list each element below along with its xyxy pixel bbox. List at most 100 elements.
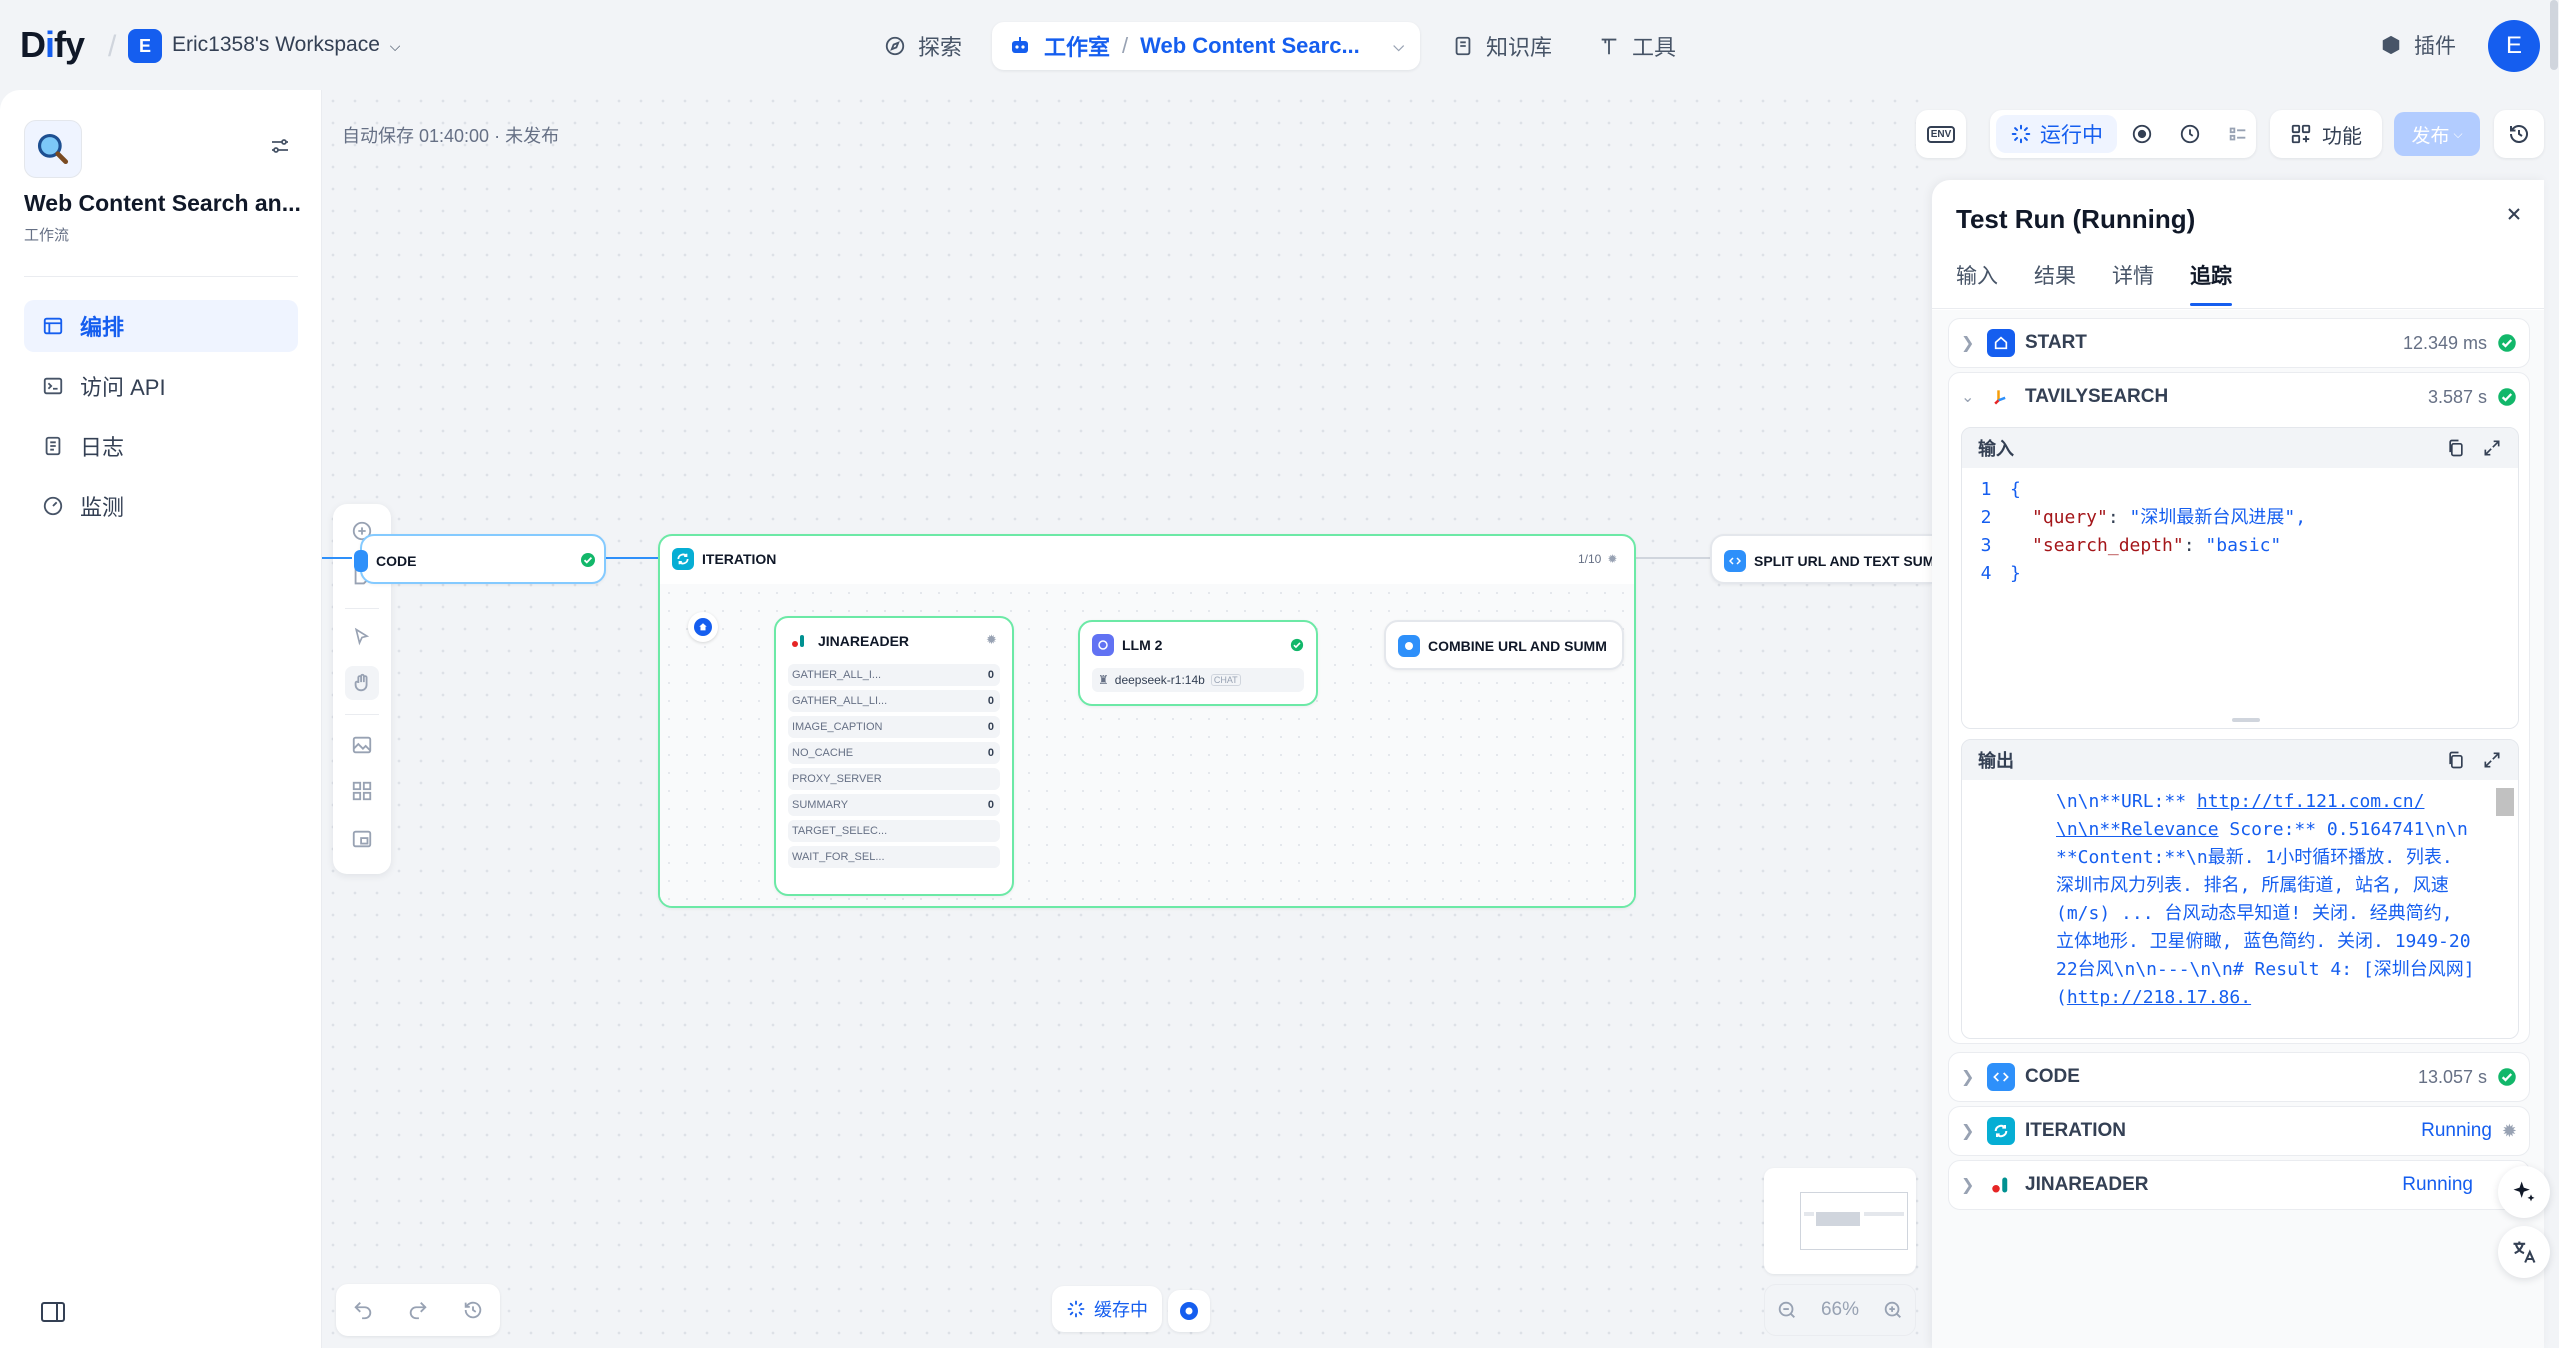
- version-history-button[interactable]: [2494, 110, 2544, 158]
- workspace-switcher[interactable]: Eric1358's Workspace ⌵: [172, 33, 400, 57]
- zoom-out-icon[interactable]: [1776, 1299, 1798, 1321]
- env-button[interactable]: ENV: [1916, 110, 1966, 158]
- chevron-right-icon[interactable]: ❯: [1961, 1121, 1977, 1141]
- nav-studio[interactable]: 工作室 / Web Content Searc... ⌵: [992, 22, 1420, 70]
- tab-detail[interactable]: 详情: [2112, 260, 2154, 290]
- close-icon[interactable]: [2504, 204, 2524, 224]
- nav-explore[interactable]: 探索: [884, 30, 962, 62]
- autosave-status: 自动保存 01:40:00 · 未发布: [342, 126, 560, 146]
- undo-icon[interactable]: [352, 1299, 374, 1321]
- hammer-icon: [1601, 38, 1617, 55]
- model-selector[interactable]: ♜ deepseek-r1:14b CHAT: [1092, 668, 1304, 692]
- workspace-badge[interactable]: E: [128, 29, 162, 63]
- node-code[interactable]: CODE: [354, 534, 606, 584]
- env-icon: ENV: [1926, 125, 1956, 143]
- trace-list: ❯ START 12.349 ms ⌄ TAVILYSEARCH 3.587 s: [1932, 310, 2544, 1348]
- nav-knowledge[interactable]: 知识库: [1452, 30, 1552, 62]
- history-icon[interactable]: [462, 1299, 484, 1321]
- nav-tools[interactable]: 工具: [1598, 30, 1676, 62]
- robot-icon: [1012, 37, 1028, 53]
- node-iteration[interactable]: ITERATION 1/10 ✹ JINAREADER ✹ GATHER_ALL…: [658, 534, 1636, 908]
- input-code-block: 输入 1{ 2 "query": "深圳最新台风进展", 3 "search_dep…: [1961, 427, 2519, 729]
- chevron-right-icon[interactable]: ❯: [1961, 1175, 1977, 1195]
- organize-icon[interactable]: [345, 774, 379, 808]
- zoom-in-icon[interactable]: [1882, 1299, 1904, 1321]
- minimap[interactable]: [1764, 1168, 1916, 1274]
- input-json[interactable]: 1{ 2 "query": "深圳最新台风进展", 3 "search_depth"…: [1962, 468, 2518, 728]
- loop-icon: [672, 548, 694, 570]
- minimap-node: [1804, 1212, 1814, 1216]
- copy-icon[interactable]: [2446, 438, 2466, 458]
- trace-item-code[interactable]: ❯ CODE 13.057 s: [1948, 1052, 2530, 1102]
- features-button[interactable]: 功能: [2270, 110, 2382, 158]
- tab-result[interactable]: 结果: [2034, 260, 2076, 290]
- checklist-icon[interactable]: [2227, 123, 2249, 145]
- jina-logo-icon: [1987, 1171, 2015, 1199]
- list-item: GATHER_ALL_LI... 0: [788, 690, 1000, 712]
- node-split[interactable]: SPLIT URL AND TEXT SUM: [1710, 534, 1932, 584]
- chevron-down-icon[interactable]: ⌵: [1393, 38, 1404, 55]
- divider: [24, 276, 298, 277]
- sidebar-item-monitor[interactable]: 监测: [24, 480, 298, 532]
- list-item: WAIT_FOR_SEL...: [788, 846, 1000, 868]
- sidebar-item-orchestrate[interactable]: 编排: [24, 300, 298, 352]
- tab-trace[interactable]: 追踪: [2190, 260, 2232, 306]
- node-llm-2[interactable]: LLM 2 ♜ deepseek-r1:14b CHAT: [1078, 620, 1318, 706]
- minimap-toggle-icon[interactable]: [345, 822, 379, 856]
- minimap-node: [1816, 1212, 1860, 1226]
- app-sidebar: Web Content Search an... 工作流 编排 访问 API 日…: [0, 90, 322, 1348]
- success-check-icon: [2498, 1068, 2516, 1086]
- copy-icon[interactable]: [2446, 750, 2466, 770]
- divider: /: [108, 30, 117, 63]
- undo-redo-bar: [336, 1284, 500, 1336]
- sidebar-item-logs[interactable]: 日志: [24, 420, 298, 472]
- chevron-right-icon[interactable]: ❯: [1961, 1067, 1977, 1087]
- stop-icon[interactable]: [2131, 123, 2153, 145]
- divider: [1932, 308, 2544, 309]
- iteration-start-icon[interactable]: [688, 612, 718, 642]
- compass-icon: [885, 36, 905, 56]
- chevron-down-icon[interactable]: ⌄: [1961, 387, 1977, 407]
- zoom-level[interactable]: 66%: [1821, 1299, 1859, 1321]
- list-item: TARGET_SELEC...: [788, 820, 1000, 842]
- node-combine[interactable]: COMBINE URL AND SUMM: [1384, 620, 1624, 670]
- plugins-button[interactable]: 插件: [2380, 30, 2456, 60]
- layout-icon: [43, 317, 63, 335]
- trace-item-tavilysearch[interactable]: ⌄ TAVILYSEARCH 3.587 s 输入 1{2 "query": …: [1948, 372, 2530, 1044]
- spinner-icon: ✹: [986, 632, 997, 647]
- translate-button[interactable]: [2498, 1226, 2550, 1278]
- avatar[interactable]: E: [2488, 20, 2540, 72]
- app-title: Web Content Search an...: [24, 190, 301, 216]
- resize-handle[interactable]: [2232, 718, 2260, 722]
- top-bar: Dify / E Eric1358's Workspace ⌵ 探索 工作室 /…: [0, 0, 2559, 90]
- export-image-icon[interactable]: [345, 728, 379, 762]
- chevron-right-icon[interactable]: ❯: [1961, 333, 1977, 353]
- sidebar-item-api[interactable]: 访问 API: [24, 360, 298, 412]
- scrollbar[interactable]: [2496, 788, 2514, 816]
- node-jinareader[interactable]: JINAREADER ✹ GATHER_ALL_I... 0 GATHER_ALL…: [774, 616, 1014, 896]
- jina-logo-icon: [788, 630, 810, 652]
- ai-sparkle-button[interactable]: [2498, 1166, 2550, 1218]
- publish-button[interactable]: 发布 ⌵: [2394, 112, 2480, 156]
- output-json[interactable]: \n\n**URL:** http://tf.121.com.cn/\n\n**…: [1962, 780, 2518, 1038]
- trace-item-iteration[interactable]: ❯ ITERATION Running ✹: [1948, 1106, 2530, 1156]
- collapse-sidebar-icon[interactable]: [40, 1300, 66, 1324]
- redo-icon[interactable]: [407, 1299, 429, 1321]
- scrollbar[interactable]: [2550, 0, 2558, 70]
- spinner-icon: ✹: [2501, 1120, 2517, 1141]
- sparkle-icon: [2513, 1181, 2535, 1202]
- loop-icon: [1987, 1117, 2015, 1145]
- running-button[interactable]: 运行中: [1996, 115, 2117, 153]
- code-node-icon: [1987, 1063, 2015, 1091]
- tab-input[interactable]: 输入: [1956, 260, 1998, 290]
- sliders-icon[interactable]: [268, 134, 292, 158]
- expand-icon[interactable]: [2482, 438, 2502, 458]
- sync-indicator[interactable]: [1168, 1290, 1210, 1332]
- app-icon: [24, 120, 82, 178]
- history-run-icon[interactable]: [2179, 123, 2201, 145]
- dify-logo[interactable]: Dify: [20, 24, 85, 66]
- trace-item-start[interactable]: ❯ START 12.349 ms: [1948, 318, 2530, 368]
- trace-item-jinareader[interactable]: ❯ JINAREADER Running: [1948, 1160, 2530, 1210]
- record-icon: [1180, 1302, 1198, 1320]
- expand-icon[interactable]: [2482, 750, 2502, 770]
